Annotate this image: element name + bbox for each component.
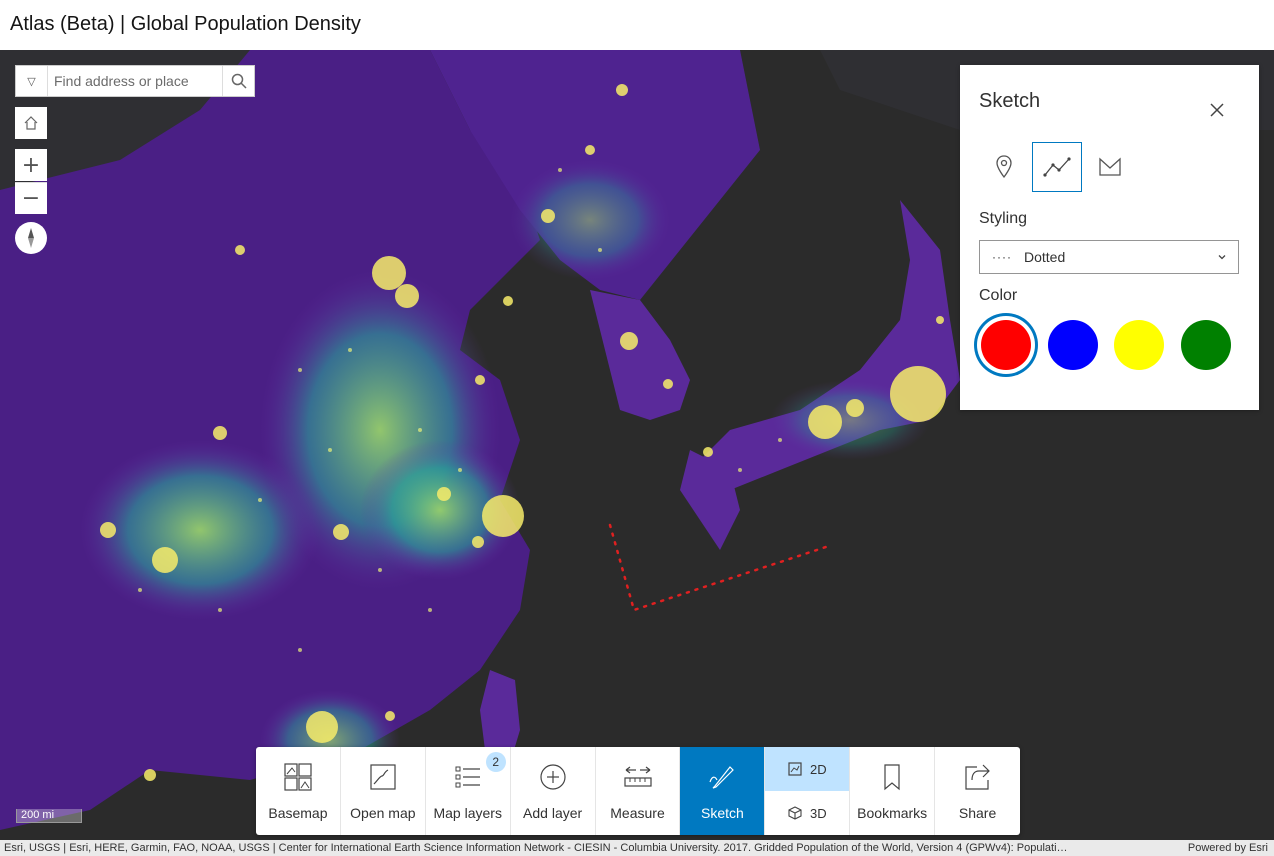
cube-icon [788,806,802,820]
scale-bar: 200 mi [16,809,82,823]
dotted-line-icon: ···· [992,250,1012,264]
basemap-icon [284,763,312,791]
share-button[interactable]: Share [935,747,1020,835]
polyline-tool-button[interactable] [1032,142,1082,192]
measure-label: Measure [610,805,665,821]
zoom-in-button[interactable]: + [15,149,47,181]
close-button[interactable] [1205,98,1229,122]
styling-label: Styling [979,210,1028,227]
polygon-tool-button[interactable] [1085,142,1135,192]
compass-button[interactable] [15,222,47,254]
color-swatch-yellow[interactable] [1114,320,1164,370]
open-map-button[interactable]: Open map [341,747,426,835]
map-2d-icon [788,762,802,776]
view-toggle: 2D 3D [765,747,851,835]
color-swatch-green[interactable] [1181,320,1231,370]
point-tool-button[interactable] [979,142,1029,192]
app-header: Atlas (Beta) | Global Population Density [0,0,1274,50]
home-button[interactable] [15,107,47,139]
powered-by-link[interactable]: Powered by Esri [1179,840,1268,856]
map-view[interactable]: ▽ Find address or place + − Sketch Styli… [0,50,1274,840]
close-icon [1210,103,1224,117]
color-label: Color [979,287,1018,304]
color-swatch-blue[interactable] [1048,320,1098,370]
search-icon [231,73,247,89]
map-layers-button[interactable]: Map layers 2 [426,747,511,835]
view-2d-label: 2D [809,761,827,777]
measure-button[interactable]: Measure [596,747,681,835]
styling-select[interactable]: ···· Dotted [979,240,1239,274]
add-layer-button[interactable]: Add layer [511,747,596,835]
add-layer-label: Add layer [523,805,583,821]
zoom-out-button[interactable]: − [15,182,47,214]
share-label: Share [958,805,997,821]
attribution-bar: Esri, USGS | Esri, HERE, Garmin, FAO, NO… [0,840,1274,856]
map-layers-label: Map layers [433,805,502,821]
layers-list-icon [455,766,480,788]
chevron-down-icon [1216,250,1228,266]
open-map-label: Open map [350,805,416,821]
map-pin-icon [996,155,1012,179]
sketch-label: Sketch [700,805,744,821]
layer-count-badge: 2 [485,752,506,772]
search-button[interactable] [222,66,254,96]
sketch-panel: Sketch Styling ···· Dotted Color [960,65,1259,410]
attribution-text[interactable]: Esri, USGS | Esri, HERE, Garmin, FAO, NO… [4,842,1068,854]
styling-select-value: Dotted [1023,249,1066,265]
bottom-toolbar: Basemap Open map Map layers 2 Add layer … [256,747,1020,835]
search-widget: ▽ Find address or place [15,65,255,97]
search-source-dropdown[interactable]: ▽ [16,66,48,96]
sketch-button[interactable]: Sketch [680,747,766,835]
polyline-icon [1043,157,1071,177]
app-title: Atlas (Beta) | Global Population Density [10,13,361,35]
ruler-icon [623,766,652,787]
bookmarks-button[interactable]: Bookmarks [850,747,936,835]
share-icon [964,764,990,790]
basemap-button[interactable]: Basemap [256,747,341,835]
add-circle-icon [540,764,566,790]
sketch-panel-title: Sketch [979,90,1041,112]
home-icon [24,116,38,130]
polygon-icon [1099,157,1121,176]
basemap-label: Basemap [268,805,328,821]
plus-icon: + [21,152,41,178]
pencil-icon [709,766,735,789]
compass-icon [28,228,34,248]
color-swatch-red[interactable] [981,320,1031,370]
view-3d-button[interactable]: 3D [765,791,849,835]
view-3d-label: 3D [809,805,827,821]
bookmark-icon [884,764,900,791]
view-2d-button[interactable]: 2D [765,747,850,791]
open-map-icon [370,764,396,790]
bookmarks-label: Bookmarks [857,805,928,821]
minus-icon: − [21,186,41,211]
search-input[interactable]: Find address or place [48,73,222,89]
